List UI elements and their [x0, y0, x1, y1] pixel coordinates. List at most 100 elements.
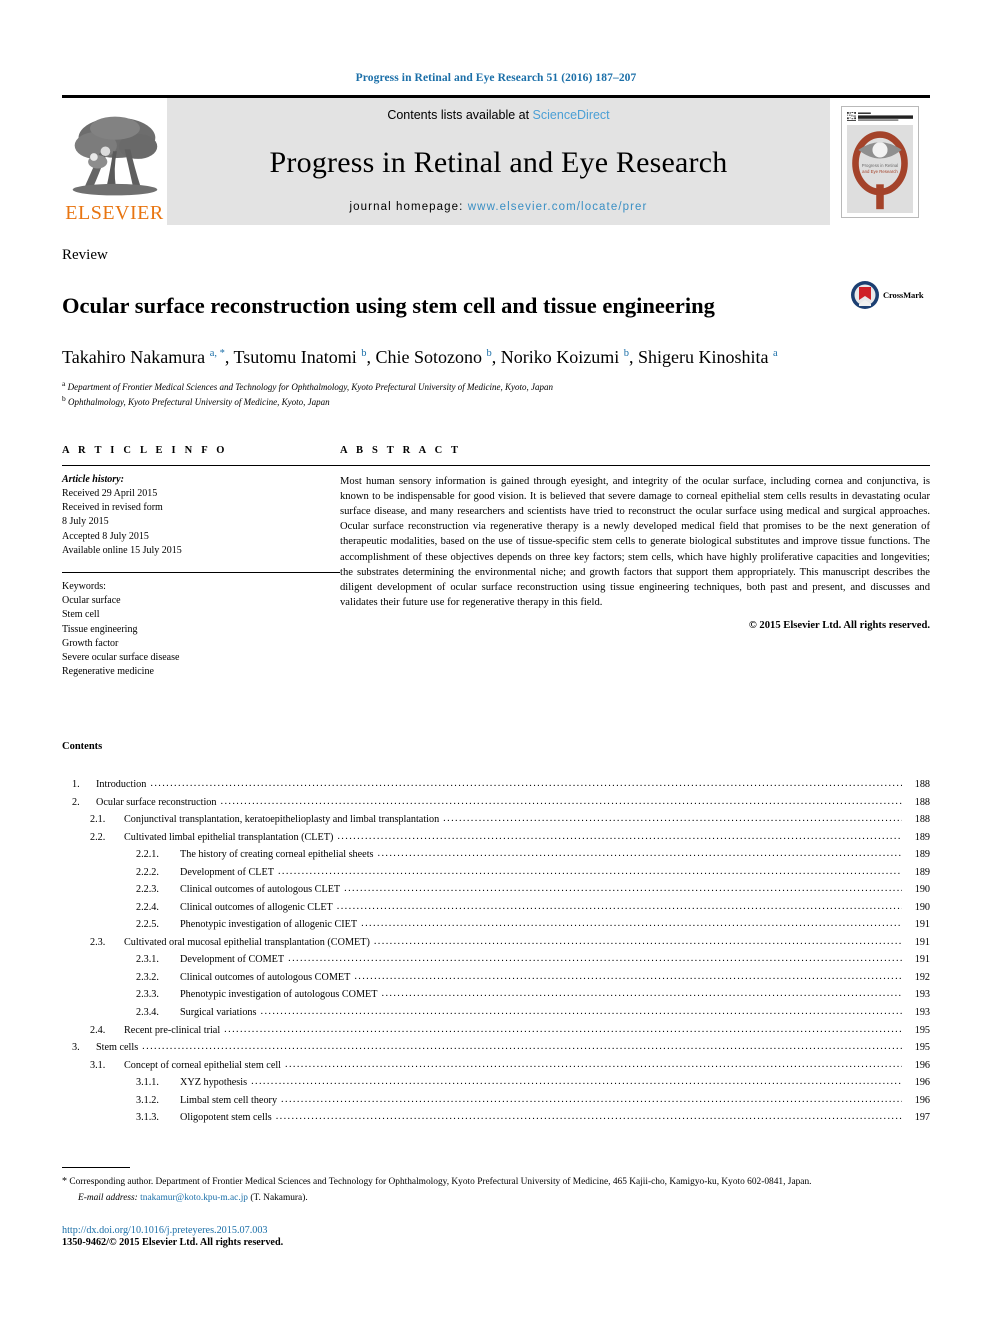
toc-row[interactable]: 2.2. Cultivated limbal epithelial transpl…: [62, 829, 930, 847]
toc-page-number: 188: [914, 796, 930, 808]
email-note: E-mail address: tnakamur@koto.kpu-m.ac.j…: [62, 1193, 930, 1203]
divider: [62, 464, 340, 466]
toc-leader-dots: ........................................…: [277, 865, 902, 877]
toc-row[interactable]: 3. Stem cells............................…: [62, 1039, 930, 1057]
toc-row[interactable]: 2.2.4. Clinical outcomes of allogenic CLE…: [62, 899, 930, 917]
toc-leader-dots: ........................................…: [224, 1023, 902, 1035]
email-link[interactable]: tnakamur@koto.kpu-m.ac.jp: [140, 1193, 248, 1203]
toc-leader-dots: ........................................…: [377, 848, 903, 860]
asterisk-icon: *: [62, 1175, 67, 1187]
email-suffix: (T. Nakamura).: [250, 1192, 308, 1203]
toc-row[interactable]: 2.3.2. Clinical outcomes of autologous CO…: [62, 969, 930, 987]
footer: http://dx.doi.org/10.1016/j.preteyeres.2…: [62, 1225, 930, 1248]
toc-row[interactable]: 1. Introduction..........................…: [62, 776, 930, 794]
toc-row[interactable]: 2.1. Conjunctival transplantation, kerato…: [62, 811, 930, 829]
author-affiliation-mark: b: [361, 348, 367, 359]
toc-leader-dots: ........................................…: [381, 988, 902, 1000]
toc-leader-dots: ........................................…: [361, 918, 902, 930]
toc-row[interactable]: 3.1. Concept of corneal epithelial stem c…: [62, 1057, 930, 1075]
keyword-item: Ocular surface: [62, 595, 121, 607]
affiliation-mark: a: [62, 378, 66, 388]
svg-text:and Eye Research: and Eye Research: [862, 168, 898, 173]
toc-number: 2.3.4.: [136, 1006, 159, 1018]
toc-row[interactable]: 3.1.2. Limbal stem cell theory...........…: [62, 1092, 930, 1110]
toc-leader-dots: ........................................…: [220, 795, 903, 807]
toc-label: Development of COMET: [180, 954, 285, 966]
journal-banner: ELSEVIER Contents lists available at Sci…: [62, 95, 930, 225]
toc-row[interactable]: 3.1.1. XYZ hypothesis....................…: [62, 1074, 930, 1092]
toc-label: Phenotypic investigation of allogenic CI…: [180, 919, 358, 931]
article-history-item: Available online 15 July 2015: [62, 544, 182, 556]
journal-homepage-line: journal homepage: www.elsevier.com/locat…: [350, 201, 648, 213]
article-info-panel: A R T I C L E I N F O Article history: R…: [62, 445, 340, 679]
toc-row[interactable]: 3.1.3. Oligopotent stem cells............…: [62, 1109, 930, 1127]
toc-number: 3.1.1.: [136, 1077, 159, 1089]
toc-number: 2.2.1.: [136, 849, 159, 861]
toc-leader-dots: ........................................…: [443, 813, 902, 825]
running-head: Progress in Retinal and Eye Research 51 …: [355, 72, 637, 84]
toc-page-number: 189: [914, 831, 930, 843]
homepage-link[interactable]: www.elsevier.com/locate/prer: [468, 201, 648, 213]
toc-row[interactable]: 2.3. Cultivated oral mucosal epithelial t…: [62, 934, 930, 952]
toc-leader-dots: ........................................…: [142, 1041, 902, 1053]
toc-number: 2.3.2.: [136, 971, 159, 983]
toc-label: Cultivated limbal epithelial transplanta…: [124, 831, 334, 843]
toc-label: Introduction: [96, 779, 147, 791]
banner-center: Contents lists available at ScienceDirec…: [167, 98, 830, 225]
toc-number: 2.3.3.: [136, 989, 159, 1001]
article-history-item: Received 29 April 2015: [62, 488, 158, 500]
article-history: Article history: Received 29 April 2015 R…: [62, 473, 340, 558]
keywords-label: Keywords:: [62, 580, 106, 592]
toc-label: Clinical outcomes of allogenic CLET: [180, 901, 333, 913]
svg-text:Progress in Retinal: Progress in Retinal: [862, 163, 899, 168]
toc-row[interactable]: 2. Ocular surface reconstruction.........…: [62, 794, 930, 812]
article-info-heading: A R T I C L E I N F O: [62, 444, 228, 456]
toc-row[interactable]: 2.2.5. Phenotypic investigation of alloge…: [62, 916, 930, 934]
author-list: Takahiro Nakamura a, *, Tsutomu Inatomi …: [62, 346, 930, 370]
author: Noriko Koizumi b,: [500, 347, 634, 367]
footnotes: * Corresponding author. Department of Fr…: [62, 1166, 930, 1203]
toc-leader-dots: ........................................…: [285, 1058, 902, 1070]
crossmark-badge[interactable]: CrossMark: [850, 280, 930, 310]
toc-label: Cultivated oral mucosal epithelial trans…: [124, 936, 370, 948]
toc-page-number: 191: [914, 919, 930, 931]
toc-row[interactable]: 2.2.2. Development of CLET...............…: [62, 864, 930, 882]
toc-row[interactable]: 2.3.1. Development of COMET..............…: [62, 951, 930, 969]
toc-leader-dots: ........................................…: [281, 1093, 902, 1105]
keyword-item: Regenerative medicine: [62, 666, 154, 678]
toc-leader-dots: ........................................…: [275, 1111, 902, 1123]
toc-number: 2.2.: [90, 831, 106, 843]
toc-page-number: 196: [914, 1094, 930, 1106]
doi-link[interactable]: http://dx.doi.org/10.1016/j.preteyeres.2…: [62, 1225, 930, 1236]
table-of-contents: 1. Introduction..........................…: [62, 776, 930, 1126]
crossmark-label: CrossMark: [883, 290, 924, 300]
article-history-item: Received in revised form: [62, 502, 163, 514]
keywords: Keywords: Ocular surface Stem cell Tissue …: [62, 580, 340, 679]
keyword-item: Stem cell: [62, 609, 100, 621]
toc-row[interactable]: 2.2.1. The history of creating corneal ep…: [62, 846, 930, 864]
sciencedirect-link[interactable]: ScienceDirect: [533, 108, 610, 122]
cover-masthead: [847, 111, 913, 122]
toc-label: Clinical outcomes of autologous COMET: [180, 971, 351, 983]
toc-page-number: 191: [914, 954, 930, 966]
toc-row[interactable]: 2.4. Recent pre-clinical trial...........…: [62, 1022, 930, 1040]
footnote-rule: [62, 1166, 130, 1168]
toc-row[interactable]: 2.3.4. Surgical variations...............…: [62, 1004, 930, 1022]
toc-row[interactable]: 2.3.3. Phenotypic investigation of autolo…: [62, 986, 930, 1004]
abstract-panel: A B S T R A C T Most human sensory infor…: [340, 445, 930, 679]
cover-title-text: [858, 112, 913, 120]
author: Chie Sotozono b,: [375, 347, 497, 367]
toc-row[interactable]: 2.2.3. Clinical outcomes of autologous CL…: [62, 881, 930, 899]
contents-heading: Contents: [62, 741, 103, 753]
toc-leader-dots: ........................................…: [288, 953, 902, 965]
toc-leader-dots: ........................................…: [373, 935, 902, 947]
toc-leader-dots: ........................................…: [150, 778, 902, 790]
article-history-item: 8 July 2015: [62, 516, 109, 528]
author: Takahiro Nakamura a, *,: [62, 347, 230, 367]
toc-number: 2.4.: [90, 1024, 106, 1036]
toc-number: 2.2.4.: [136, 901, 159, 913]
author: Shigeru Kinoshita a: [638, 347, 778, 367]
toc-number: 2.3.: [90, 936, 106, 948]
toc-number: 3.1.3.: [136, 1112, 159, 1124]
toc-label: Conjunctival transplantation, keratoepit…: [124, 814, 440, 826]
